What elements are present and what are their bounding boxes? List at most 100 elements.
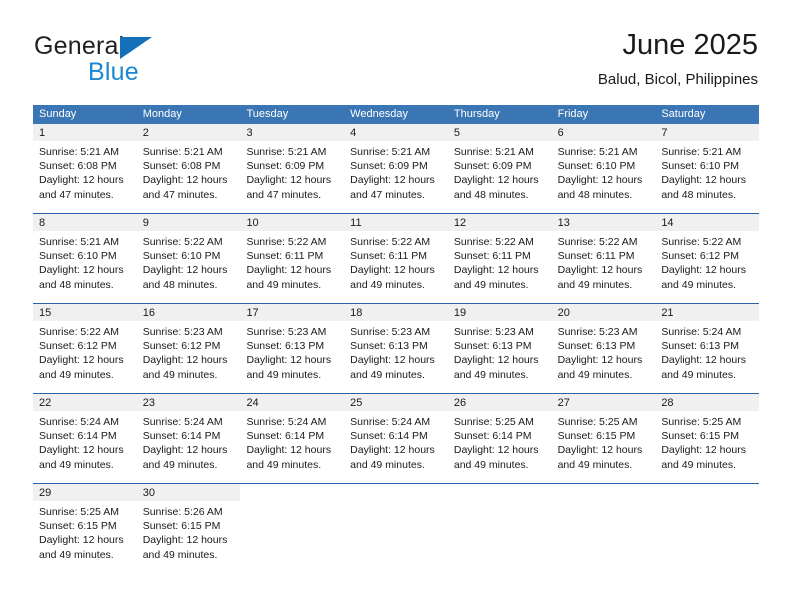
daylight-text: Daylight: 12 hours and 49 minutes. [39, 534, 124, 561]
calendar-day-cell[interactable]: 7 Sunrise: 5:21 AM Sunset: 6:10 PM Daylight… [655, 124, 760, 213]
calendar-day-cell[interactable]: 27 Sunrise: 5:25 AM Sunset: 6:15 PM Dayligh… [551, 394, 656, 483]
daylight-text: Daylight: 12 hours and 49 minutes. [246, 264, 332, 291]
sunrise-text: Sunrise: 5:25 AM [557, 416, 638, 428]
calendar-day-cell[interactable]: 10 Sunrise: 5:22 AM Sunset: 6:11 PM Dayligh… [240, 214, 345, 303]
calendar-day-cell[interactable]: 29 Sunrise: 5:25 AM Sunset: 6:15 PM Dayligh… [33, 484, 137, 573]
day-number: 19 [447, 304, 552, 321]
day-details: Sunrise: 5:23 AM Sunset: 6:13 PM Daylight:… [448, 321, 552, 382]
day-number: 24 [240, 394, 345, 411]
weekday-header-tuesday: Tuesday [246, 108, 289, 120]
sunset-text: Sunset: 6:12 PM [661, 250, 739, 263]
calendar-day-cell[interactable]: 2 Sunrise: 5:21 AM Sunset: 6:08 PM Daylight… [136, 124, 241, 213]
calendar-cell-empty [551, 484, 656, 573]
sunset-text: Sunset: 6:09 PM [453, 160, 532, 173]
calendar-day-cell[interactable]: 25 Sunrise: 5:24 AM Sunset: 6:14 PM Dayligh… [344, 394, 448, 483]
sunset-text: Sunset: 6:13 PM [453, 340, 532, 353]
title-block: June 2025 Balud, Bicol, Philippines [598, 28, 758, 89]
calendar-day-cell[interactable]: 5 Sunrise: 5:21 AM Sunset: 6:09 PM Daylight… [447, 124, 552, 213]
calendar-week-row: 15 Sunrise: 5:22 AM Sunset: 6:12 PM Dayligh… [33, 303, 760, 393]
daylight-text: Daylight: 12 hours and 49 minutes. [661, 354, 746, 381]
day-details: Sunrise: 5:23 AM Sunset: 6:13 PM Daylight:… [344, 321, 448, 382]
calendar-day-cell[interactable]: 19 Sunrise: 5:23 AM Sunset: 6:13 PM Dayligh… [447, 304, 552, 393]
day-number: 11 [344, 214, 448, 231]
day-number: 15 [33, 304, 137, 321]
day-details: Sunrise: 5:24 AM Sunset: 6:14 PM Daylight:… [240, 411, 344, 472]
calendar-day-cell[interactable]: 6 Sunrise: 5:21 AM Sunset: 6:10 PM Daylight… [551, 124, 656, 213]
daylight-text: Daylight: 12 hours and 48 minutes. [142, 264, 228, 291]
sunset-text: Sunset: 6:11 PM [246, 250, 324, 263]
sunset-text: Sunset: 6:08 PM [142, 160, 221, 173]
calendar-day-cell[interactable]: 22 Sunrise: 5:24 AM Sunset: 6:14 PM Dayligh… [33, 394, 137, 483]
sunrise-text: Sunrise: 5:21 AM [142, 146, 223, 158]
sunrise-text: Sunrise: 5:22 AM [453, 236, 534, 248]
day-number: 4 [344, 124, 448, 141]
daylight-text: Daylight: 12 hours and 49 minutes. [453, 354, 539, 381]
sunset-text: Sunset: 6:14 PM [39, 430, 117, 443]
sunrise-text: Sunrise: 5:23 AM [350, 326, 431, 338]
calendar-day-cell[interactable]: 26 Sunrise: 5:25 AM Sunset: 6:14 PM Dayligh… [447, 394, 552, 483]
sunrise-text: Sunrise: 5:24 AM [142, 416, 223, 428]
day-number: 14 [655, 214, 760, 231]
sunrise-text: Sunrise: 5:21 AM [661, 146, 742, 158]
calendar-day-cell[interactable]: 1 Sunrise: 5:21 AM Sunset: 6:08 PM Daylight… [33, 124, 137, 213]
sunrise-text: Sunrise: 5:24 AM [661, 326, 742, 338]
sunrise-text: Sunrise: 5:22 AM [557, 236, 638, 248]
calendar-cell-empty [344, 484, 448, 573]
day-number: 3 [240, 124, 345, 141]
sunrise-text: Sunrise: 5:21 AM [453, 146, 534, 158]
calendar-day-cell[interactable]: 11 Sunrise: 5:22 AM Sunset: 6:11 PM Dayligh… [344, 214, 448, 303]
daylight-text: Daylight: 12 hours and 49 minutes. [453, 444, 539, 471]
daylight-text: Daylight: 12 hours and 49 minutes. [350, 444, 435, 471]
calendar-day-cell[interactable]: 9 Sunrise: 5:22 AM Sunset: 6:10 PM Daylight… [136, 214, 241, 303]
page-title: June 2025 [622, 29, 758, 61]
daylight-text: Daylight: 12 hours and 47 minutes. [246, 174, 332, 201]
calendar-day-cell[interactable]: 30 Sunrise: 5:26 AM Sunset: 6:15 PM Dayligh… [136, 484, 241, 573]
daylight-text: Daylight: 12 hours and 49 minutes. [142, 534, 228, 561]
page-header: General Blue June 2025 Balud, Bicol, Phi… [0, 0, 792, 100]
calendar-day-cell[interactable]: 23 Sunrise: 5:24 AM Sunset: 6:14 PM Dayligh… [136, 394, 241, 483]
calendar-day-cell[interactable]: 28 Sunrise: 5:25 AM Sunset: 6:15 PM Dayligh… [655, 394, 760, 483]
calendar-day-cell[interactable]: 18 Sunrise: 5:23 AM Sunset: 6:13 PM Dayligh… [344, 304, 448, 393]
calendar-day-cell[interactable]: 20 Sunrise: 5:23 AM Sunset: 6:13 PM Dayligh… [551, 304, 656, 393]
calendar-day-cell[interactable]: 16 Sunrise: 5:23 AM Sunset: 6:12 PM Dayligh… [136, 304, 241, 393]
weekday-header-saturday: Saturday [661, 108, 706, 120]
sunset-text: Sunset: 6:13 PM [661, 340, 739, 353]
weekday-header-monday: Monday [142, 108, 182, 120]
sunset-text: Sunset: 6:12 PM [142, 340, 221, 353]
day-number: 30 [136, 484, 241, 501]
day-number: 5 [447, 124, 552, 141]
calendar-day-cell[interactable]: 13 Sunrise: 5:22 AM Sunset: 6:11 PM Dayligh… [551, 214, 656, 303]
day-number: 20 [551, 304, 656, 321]
sunrise-text: Sunrise: 5:26 AM [142, 506, 223, 518]
calendar-day-cell[interactable]: 8 Sunrise: 5:21 AM Sunset: 6:10 PM Daylight… [33, 214, 137, 303]
calendar-day-cell[interactable]: 15 Sunrise: 5:22 AM Sunset: 6:12 PM Dayligh… [33, 304, 137, 393]
calendar-page: General Blue June 2025 Balud, Bicol, Phi… [0, 0, 792, 612]
calendar-day-cell[interactable]: 4 Sunrise: 5:21 AM Sunset: 6:09 PM Daylight… [344, 124, 448, 213]
day-number: 16 [136, 304, 241, 321]
calendar-day-cell[interactable]: 24 Sunrise: 5:24 AM Sunset: 6:14 PM Dayligh… [240, 394, 345, 483]
calendar-day-cell[interactable]: 17 Sunrise: 5:23 AM Sunset: 6:13 PM Dayligh… [240, 304, 345, 393]
day-number: 28 [655, 394, 760, 411]
calendar-day-cell[interactable]: 3 Sunrise: 5:21 AM Sunset: 6:09 PM Daylight… [240, 124, 345, 213]
sunset-text: Sunset: 6:13 PM [246, 340, 325, 353]
calendar-day-cell[interactable]: 12 Sunrise: 5:22 AM Sunset: 6:11 PM Dayligh… [447, 214, 552, 303]
sunrise-text: Sunrise: 5:25 AM [453, 416, 534, 428]
daylight-text: Daylight: 12 hours and 49 minutes. [661, 444, 746, 471]
calendar-day-cell[interactable]: 21 Sunrise: 5:24 AM Sunset: 6:13 PM Dayligh… [655, 304, 760, 393]
sunrise-text: Sunrise: 5:21 AM [557, 146, 638, 158]
day-number: 27 [551, 394, 656, 411]
daylight-text: Daylight: 12 hours and 48 minutes. [453, 174, 539, 201]
sunrise-text: Sunrise: 5:24 AM [350, 416, 431, 428]
day-details: Sunrise: 5:22 AM Sunset: 6:11 PM Daylight:… [240, 231, 344, 292]
day-details: Sunrise: 5:21 AM Sunset: 6:10 PM Daylight:… [33, 231, 137, 292]
day-number: 6 [551, 124, 656, 141]
calendar-day-cell[interactable]: 14 Sunrise: 5:22 AM Sunset: 6:12 PM Dayligh… [655, 214, 760, 303]
day-details: Sunrise: 5:24 AM Sunset: 6:14 PM Daylight:… [344, 411, 448, 472]
daylight-text: Daylight: 12 hours and 49 minutes. [39, 444, 124, 471]
daylight-text: Daylight: 12 hours and 49 minutes. [557, 264, 643, 291]
logo-text-general: General [34, 32, 125, 60]
calendar-week-row: 22 Sunrise: 5:24 AM Sunset: 6:14 PM Dayligh… [33, 393, 760, 483]
sunrise-text: Sunrise: 5:23 AM [557, 326, 638, 338]
day-details: Sunrise: 5:25 AM Sunset: 6:15 PM Daylight:… [33, 501, 137, 562]
day-number: 17 [240, 304, 345, 321]
